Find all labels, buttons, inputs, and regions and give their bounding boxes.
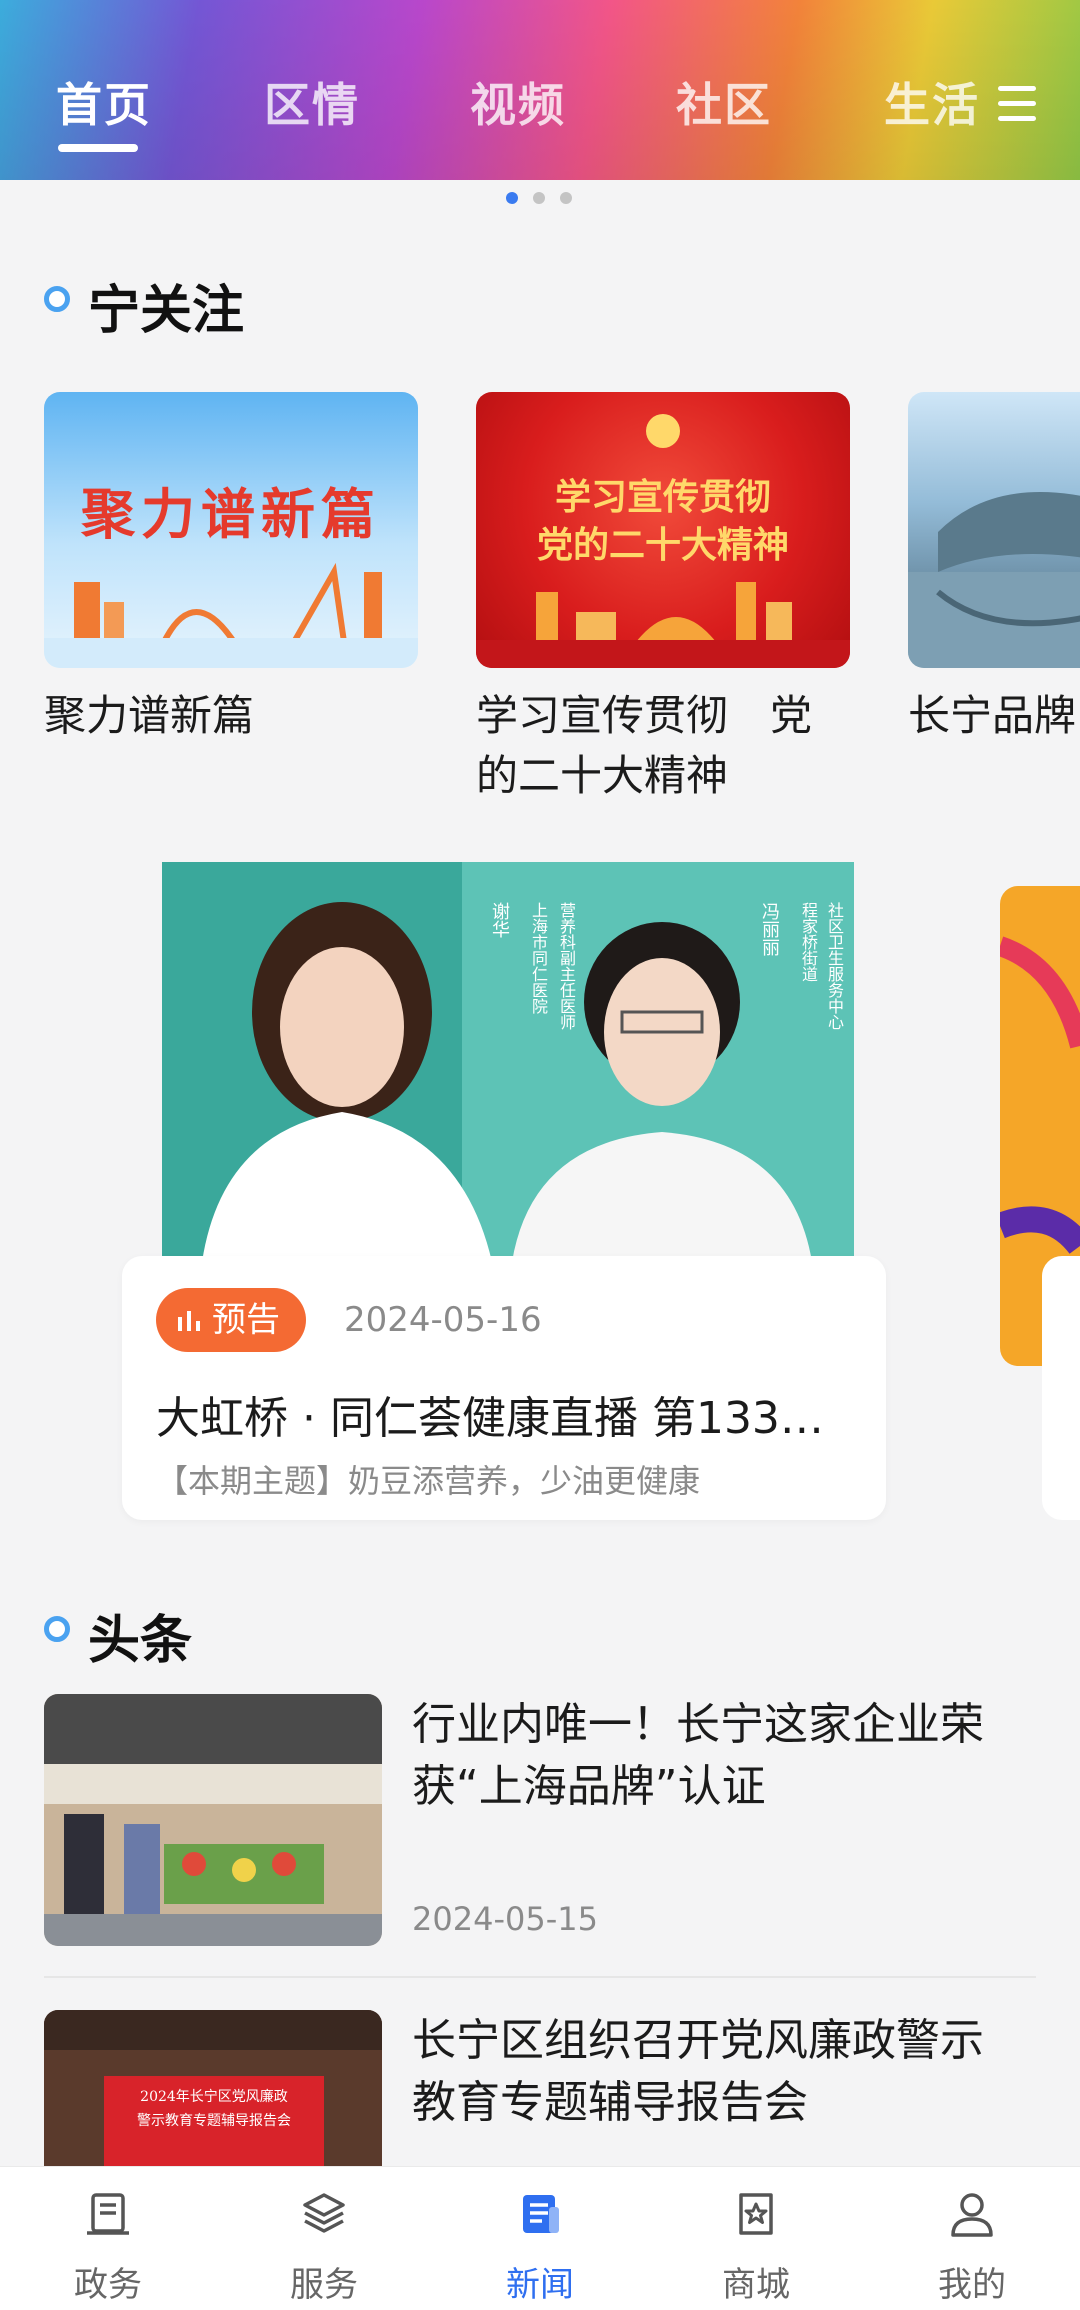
nav-item-profile[interactable]: 我的 bbox=[864, 2167, 1080, 2310]
live-title[interactable]: 大虹桥 · 同仁荟健康直播 第133… bbox=[156, 1382, 856, 1446]
doctor-left-role: 营养科副主任医师 bbox=[557, 902, 576, 1030]
hamburger-menu-icon[interactable] bbox=[998, 84, 1038, 124]
focus-card-caption-line1[interactable]: 学习宣传贯彻 党 bbox=[476, 686, 812, 746]
news-title-line1[interactable]: 行业内唯一！长宁这家企业荣 bbox=[412, 1694, 1032, 1756]
list-divider bbox=[44, 1976, 1036, 1978]
section-title-focus: 宁关注 bbox=[88, 281, 245, 341]
bottom-navigation: 政务 服务 新闻 商城 我的 bbox=[0, 2166, 1080, 2310]
live-date: 2024-05-16 bbox=[344, 1300, 542, 1340]
tab-community[interactable]: 社区 bbox=[676, 70, 772, 140]
section-bullet-icon bbox=[44, 1616, 70, 1642]
news-icon bbox=[523, 2195, 559, 2233]
news-title-line1[interactable]: 长宁区组织召开党风廉政警示 bbox=[412, 2010, 1032, 2072]
live-cover-photo[interactable]: 谢华 上海市同仁医院 营养科副主任医师 冯丽丽 程家桥街道 社区卫生服务中心 bbox=[162, 862, 854, 1262]
bar-chart-icon bbox=[178, 1310, 200, 1331]
shop-icon bbox=[739, 2193, 773, 2235]
carousel-indicator bbox=[0, 192, 1080, 208]
building-graphic bbox=[908, 492, 1080, 668]
thumb-text-line1: 2024年长宁区党风廉政 bbox=[140, 2089, 288, 2105]
focus-card-caption-line2[interactable]: 的二十大精神 bbox=[476, 746, 728, 806]
focus-card-caption[interactable]: 长宁品牌 bbox=[908, 686, 1080, 746]
nav-item-shop[interactable]: 商城 bbox=[648, 2167, 864, 2310]
section-bullet-icon bbox=[44, 286, 70, 312]
carousel-dot bbox=[533, 192, 545, 204]
top-header: 首页 区情 视频 社区 生活 bbox=[0, 0, 1080, 180]
tab-district-info[interactable]: 区情 bbox=[264, 70, 360, 140]
section-title-headlines: 头条 bbox=[88, 1611, 193, 1671]
focus-card-image[interactable]: 学习宣传贯彻 党的二十大精神 bbox=[476, 392, 850, 668]
nav-item-news[interactable]: 新闻 bbox=[432, 2167, 648, 2310]
badge-label: 预告 bbox=[212, 1300, 280, 1340]
focus-card-image[interactable] bbox=[908, 392, 1080, 668]
nav-label: 新闻 bbox=[506, 2265, 574, 2305]
live-info-panel[interactable]: 预告 2024-05-16 大虹桥 · 同仁荟健康直播 第133… 【本期主题】… bbox=[122, 1256, 886, 1520]
active-tab-indicator bbox=[58, 144, 138, 152]
news-title-line2[interactable]: 教育专题辅导报告会 bbox=[412, 2072, 1032, 2134]
market-photo bbox=[44, 1694, 382, 1946]
nav-label: 服务 bbox=[290, 2265, 358, 2305]
top-tab-bar: 首页 区情 视频 社区 生活 bbox=[0, 70, 1080, 140]
nav-label: 商城 bbox=[722, 2265, 790, 2305]
news-date: 2024-05-15 bbox=[412, 1900, 598, 1938]
doctor-left-name: 谢华 bbox=[489, 902, 510, 938]
doctor-left-org: 上海市同仁医院 bbox=[529, 902, 548, 1014]
nav-item-services[interactable]: 服务 bbox=[216, 2167, 432, 2310]
tab-life[interactable]: 生活 bbox=[884, 70, 980, 140]
doctor-right-name: 冯丽丽 bbox=[759, 902, 780, 956]
carousel-dot bbox=[560, 192, 572, 204]
tab-home[interactable]: 首页 bbox=[56, 70, 152, 140]
status-badge: 预告 bbox=[156, 1288, 306, 1352]
government-icon bbox=[87, 2193, 129, 2235]
layers-icon bbox=[303, 2193, 345, 2233]
user-icon bbox=[951, 2193, 993, 2237]
skyline-graphic bbox=[476, 582, 850, 668]
nav-label: 我的 bbox=[938, 2265, 1006, 2305]
next-live-panel-peek bbox=[1042, 1256, 1080, 1520]
nav-label: 政务 bbox=[74, 2265, 142, 2305]
news-thumbnail[interactable] bbox=[44, 1694, 382, 1946]
skyline-graphic bbox=[44, 562, 418, 668]
thumb-text-line2: 警示教育专题辅导报告会 bbox=[137, 2113, 291, 2129]
doctor-right-role: 社区卫生服务中心 bbox=[825, 902, 844, 1030]
carousel-dot-active bbox=[506, 192, 518, 204]
focus-card-caption[interactable]: 聚力谱新篇 bbox=[44, 686, 254, 746]
tab-video[interactable]: 视频 bbox=[470, 70, 566, 140]
live-subtitle: 【本期主题】奶豆添营养，少油更健康 bbox=[156, 1462, 701, 1500]
nav-item-government[interactable]: 政务 bbox=[0, 2167, 216, 2310]
focus-card-image[interactable]: 聚力谱新篇 bbox=[44, 392, 418, 668]
news-title-line2[interactable]: 获“上海品牌”认证 bbox=[412, 1756, 1032, 1818]
